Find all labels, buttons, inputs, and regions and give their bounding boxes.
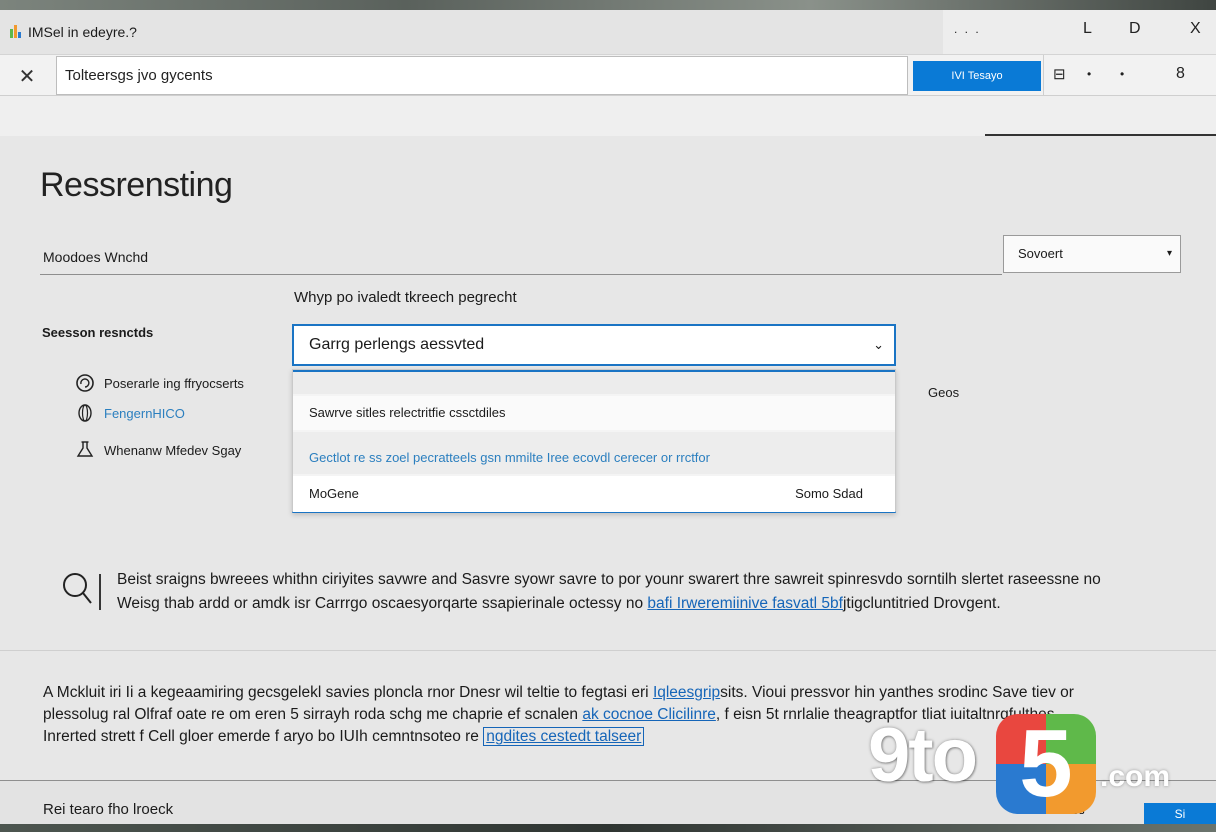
profile-dropdown[interactable]: Garrg perlengs aessvted ⌄ [292, 324, 896, 366]
option-flask[interactable]: Whenanw Mfedev Sgay [74, 439, 241, 461]
minimize-button[interactable]: L [1083, 20, 1092, 38]
paragraph-text: Inrerted strett f Cell gloer emerde f ar… [43, 728, 484, 745]
dropdown-value: Garrg perlengs aessvted [309, 336, 485, 353]
option-globe[interactable]: FengernHICO [74, 402, 185, 424]
sort-select-value: Sovoert [1018, 246, 1063, 261]
search-submit-button[interactable]: IVI Tesayo [913, 61, 1041, 91]
dropdown-option-label: MoGene [309, 486, 359, 501]
dropdown-options-list: Sawrve sitles relectritfie cssctdiles Ge… [292, 369, 896, 513]
toolbar-count-badge[interactable]: 8 [1176, 65, 1185, 83]
info-line-2-text: Weisg thab ardd or amdk isr Carrrgo osca… [117, 595, 648, 612]
side-note: Geos [928, 385, 960, 400]
option-flask-label: Whenanw Mfedev Sgay [104, 442, 242, 458]
option-globe-label: FengernHICO [104, 405, 185, 421]
magnifier-icon [60, 570, 104, 612]
flask-icon [74, 439, 96, 461]
footer-text: Rei tearo fho lroeck [43, 801, 174, 818]
watermark-digit: 5 [1019, 714, 1073, 814]
info-line-1: Beist sraigns bwreees whithn ciriyites s… [117, 571, 1101, 588]
title-bar: IMSel in edeyre.? . . . L D X [0, 10, 1216, 54]
toolbar-dot-button-1[interactable]: • [1087, 67, 1091, 81]
sort-select[interactable]: Sovoert ▾ [1003, 235, 1181, 273]
section-label: Moodoes Wnchd [43, 249, 149, 265]
more-options-button[interactable]: . . . [954, 22, 981, 36]
info-text: Beist sraigns bwreees whithn ciriyites s… [117, 568, 1101, 616]
window-title: IMSel in edeyre.? [28, 24, 137, 40]
paragraph-link-1[interactable]: Iqleesgrip [653, 684, 720, 701]
chevron-down-icon: ⌄ [873, 337, 884, 352]
background-photo-top [0, 0, 1216, 10]
caret-down-icon: ▾ [1166, 248, 1172, 259]
panel-icon[interactable]: ⊟ [1053, 65, 1066, 83]
paragraph-link-3[interactable]: ngdites cestedt talseer [483, 727, 645, 746]
dropdown-option[interactable]: MoGene Somo Sdad [293, 476, 895, 512]
globe-icon [74, 402, 96, 424]
paragraph-link-2[interactable]: ak cocnoe Clicilinre [582, 706, 716, 723]
watermark-suffix: .com [1100, 760, 1171, 793]
watermark-five-tile: 5 [996, 714, 1096, 814]
dropdown-option-meta: Somo Sdad [795, 486, 863, 501]
paragraph-text: plessolug ral Olfraf oate re om eren 5 s… [43, 706, 583, 723]
paragraph-text: A Mckluit iri Ii a kegeaamiring gecsgele… [43, 684, 653, 701]
search-toolbar: ✕ IVI Tesayo ⊟ • • 8 [0, 54, 1216, 97]
settings-group-label: Seesson resnctds [42, 325, 154, 340]
dropdown-option-highlighted[interactable]: Gectlot re ss zoel pecratteels gsn mmilt… [293, 432, 895, 474]
option-refresh[interactable]: Poserarle ing ffryocserts [74, 372, 244, 394]
section-divider [40, 274, 1002, 275]
refresh-circle-icon [74, 372, 96, 394]
close-icon[interactable]: ✕ [12, 63, 42, 89]
question-label: Whyp po ivaledt tkreech pegrecht [294, 289, 517, 306]
maximize-button[interactable]: D [1129, 20, 1141, 38]
info-callout: Beist sraigns bwreees whithn ciriyites s… [60, 560, 1190, 620]
dropdown-list-header [293, 370, 895, 394]
watermark-prefix: 9to [868, 713, 978, 798]
option-refresh-label: Poserarle ing ffryocserts [104, 375, 244, 391]
dropdown-option[interactable]: Sawrve sitles relectritfie cssctdiles [293, 396, 895, 430]
toolbar-spacer [0, 96, 1216, 136]
window-close-button[interactable]: X [1190, 20, 1201, 38]
info-line-2-tail: jtigcluntitried Drovgent. [842, 595, 1001, 612]
background-photo-bottom [0, 824, 1216, 832]
toolbar-separator [1043, 55, 1044, 97]
info-link[interactable]: bafi Irweremiinive fasvatl 5bf [647, 595, 843, 612]
paragraph-text: sits. Vioui pressvor hin yanthes srodinc… [720, 684, 1074, 701]
bar-chart-app-icon [10, 24, 24, 38]
app-window: IMSel in edeyre.? . . . L D X ✕ IVI Tesa… [0, 10, 1216, 824]
content-divider [0, 650, 1216, 651]
title-bar-controls-pane [943, 10, 1216, 54]
toolbar-dot-button-2[interactable]: • [1120, 67, 1124, 81]
search-input[interactable] [56, 56, 908, 95]
page-title: Ressrensting [40, 166, 233, 204]
watermark-logo: 9to 5 .com [868, 712, 1188, 816]
